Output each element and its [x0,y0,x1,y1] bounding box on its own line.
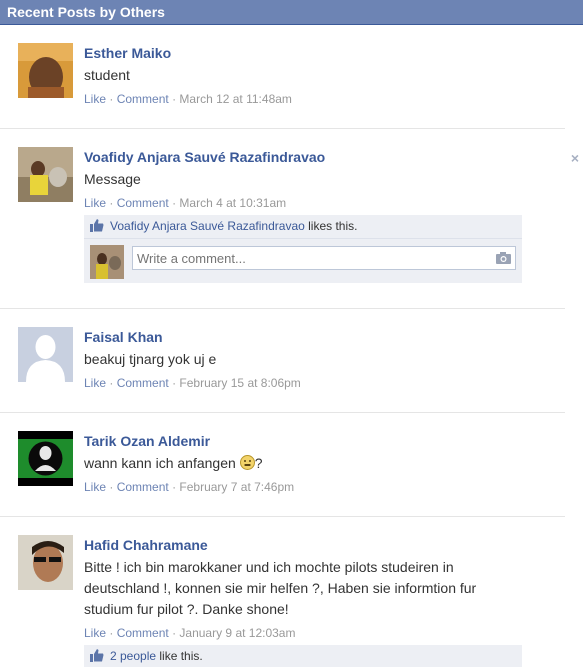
separator: · [172,92,177,106]
post-message: beakuj tjnarg yok uj e [84,351,217,367]
post-actions: Like · Comment · February 15 at 8:06pm [84,375,565,391]
comment-link[interactable]: Comment [117,376,169,390]
section-title: Recent Posts by Others [7,4,165,20]
avatar[interactable] [18,327,73,382]
post: Tarik Ozan Aldemir wann kann ich anfange… [0,413,565,517]
post-message: Bitte ! ich bin marokkaner und ich mocht… [84,559,477,617]
post-actions: Like · Comment · March 4 at 10:31am [84,195,565,211]
author-name-link[interactable]: Esther Maiko [84,44,565,62]
comment-link[interactable]: Comment [117,92,169,106]
like-link[interactable]: Like [84,626,106,640]
avatar[interactable] [18,535,73,590]
post-actions: Like · Comment · January 9 at 12:03am [84,625,565,641]
liker-link[interactable]: Voafidy Anjara Sauvé Razafindravao [110,219,305,233]
likes-suffix: likes this. [304,219,358,233]
post: Voafidy Anjara Sauvé Razafindravao Messa… [0,129,579,309]
comment-link[interactable]: Comment [117,196,169,210]
author-name-link[interactable]: Faisal Khan [84,328,565,346]
post-message: Message [84,171,141,187]
post-actions: Like · Comment · February 7 at 7:46pm [84,479,565,495]
separator: · [109,626,114,640]
avatar[interactable] [18,43,73,98]
comment-link[interactable]: Comment [117,480,169,494]
like-link[interactable]: Like [84,376,106,390]
post-message: wann kann ich anfangen ? [84,453,565,474]
post-message-suffix: ? [254,455,263,471]
author-name-link[interactable]: Hafid Chahramane [84,536,565,554]
avatar[interactable] [18,431,73,486]
smiley-icon [239,455,255,470]
post-message-text: wann kann ich anfangen [84,455,236,471]
separator: · [172,480,177,494]
post: Esther Maiko student Like · Comment · Ma… [0,25,565,129]
post-timestamp[interactable]: March 4 at 10:31am [179,196,286,210]
post-timestamp[interactable]: March 12 at 11:48am [179,92,292,106]
separator: · [109,376,114,390]
likes-box: Voafidy Anjara Sauvé Razafindravao likes… [84,215,522,283]
comment-input[interactable] [132,246,516,270]
separator: · [172,196,177,210]
likers-link[interactable]: 2 people [110,649,156,663]
post-timestamp[interactable]: January 9 at 12:03am [179,626,295,640]
like-link[interactable]: Like [84,480,106,494]
comment-link[interactable]: Comment [117,626,169,640]
like-link[interactable]: Like [84,196,106,210]
comment-composer [84,238,522,283]
close-icon[interactable]: × [571,151,579,165]
thumbs-up-icon [90,219,104,232]
camera-icon[interactable] [496,252,511,264]
separator: · [109,480,114,494]
post-message: student [84,67,130,83]
like-link[interactable]: Like [84,92,106,106]
thumbs-up-icon [90,649,104,662]
post: Hafid Chahramane Bitte ! ich bin marokka… [0,517,565,672]
post-timestamp[interactable]: February 15 at 8:06pm [179,376,300,390]
separator: · [172,376,177,390]
likes-box: 2 people like this. [84,645,522,667]
author-name-link[interactable]: Tarik Ozan Aldemir [84,432,565,450]
avatar[interactable] [18,147,73,202]
separator: · [172,626,177,640]
post-actions: Like · Comment · March 12 at 11:48am [84,91,565,107]
post: Faisal Khan beakuj tjnarg yok uj e Like … [0,309,565,413]
separator: · [109,92,114,106]
viewer-avatar [90,245,124,279]
post-timestamp[interactable]: February 7 at 7:46pm [179,480,294,494]
author-name-link[interactable]: Voafidy Anjara Sauvé Razafindravao [84,148,565,166]
section-header: Recent Posts by Others [0,0,583,25]
likes-suffix: like this. [156,649,203,663]
separator: · [109,196,114,210]
